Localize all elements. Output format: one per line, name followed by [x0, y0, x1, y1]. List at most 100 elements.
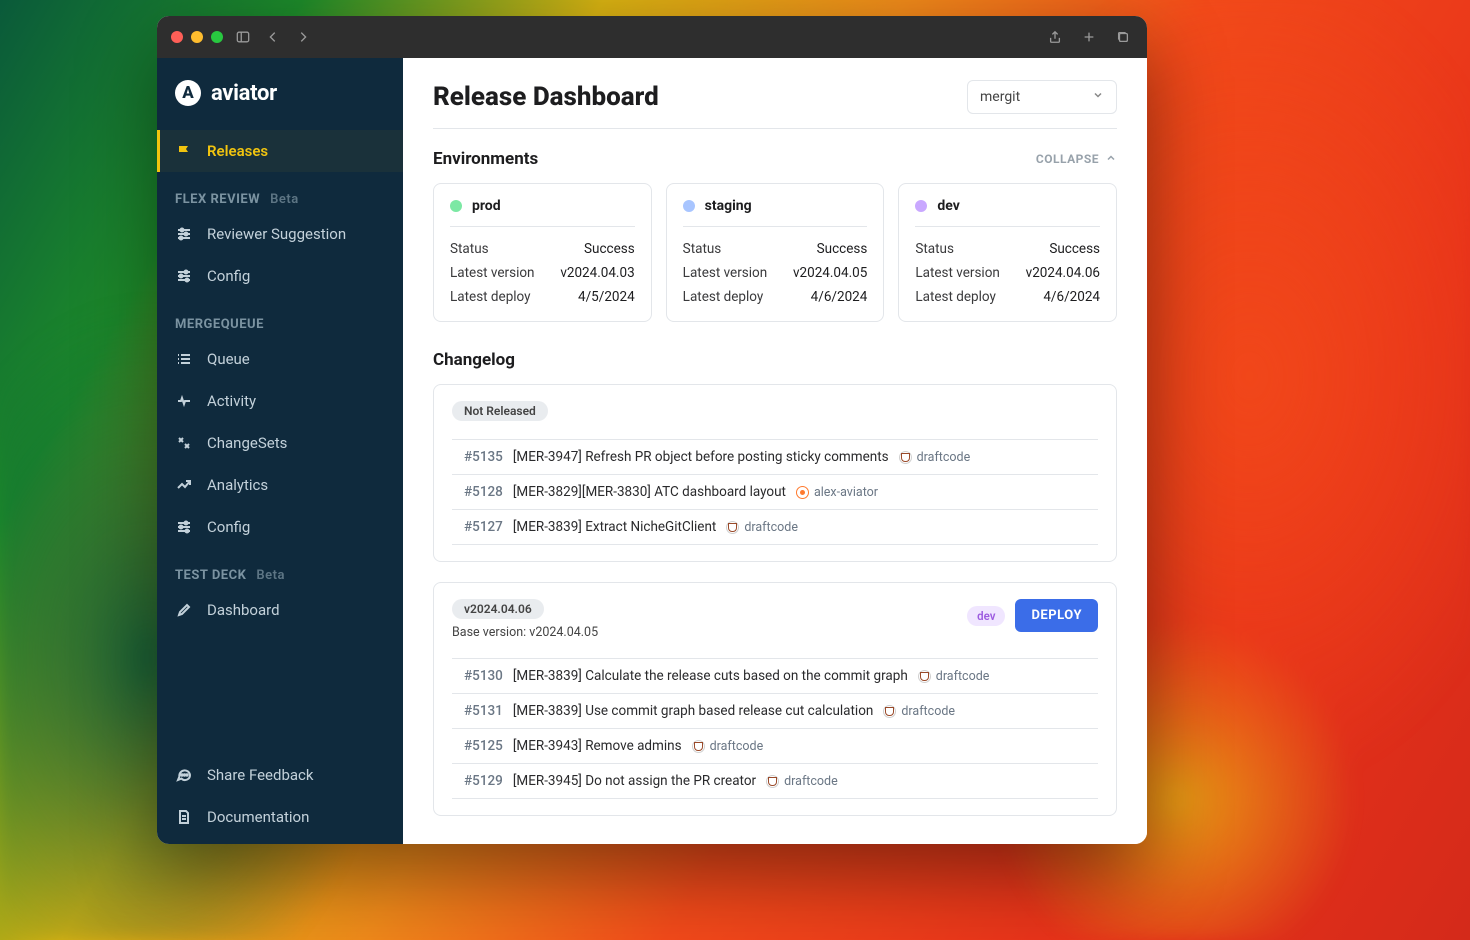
pr-author: draftcode: [918, 669, 990, 684]
chevron-up-icon: [1105, 152, 1117, 167]
plus-icon[interactable]: [1079, 27, 1099, 47]
sidebar-item-changesets[interactable]: ChangeSets: [157, 422, 403, 464]
pr-title: [MER-3839] Calculate the release cuts ba…: [513, 668, 908, 684]
minimize-window-button[interactable]: [191, 31, 203, 43]
macos-titlebar: [157, 16, 1147, 58]
author-name: draftcode: [901, 704, 955, 719]
version-badge: Not Released: [452, 401, 548, 421]
env-name: dev: [937, 198, 959, 214]
env-version-row: Latest versionv2024.04.06: [915, 261, 1100, 285]
avatar-icon: [883, 705, 896, 718]
sidebar-item-config-mq[interactable]: Config: [157, 506, 403, 548]
pr-author: draftcode: [899, 450, 971, 465]
avatar-icon: [796, 486, 809, 499]
env-card-staging[interactable]: staging StatusSuccess Latest versionv202…: [666, 183, 885, 322]
author-name: draftcode: [744, 520, 798, 535]
avatar-icon: [766, 775, 779, 788]
pr-id: #5125: [464, 738, 503, 754]
sidebar-item-share-feedback[interactable]: Share Feedback: [157, 754, 403, 796]
env-card-header: prod: [450, 198, 635, 227]
nav-back-icon[interactable]: [263, 27, 283, 47]
env-status-dot: [915, 200, 927, 212]
sidebar-item-activity[interactable]: Activity: [157, 380, 403, 422]
changelog-card-header: v2024.04.06 Base version: v2024.04.05 de…: [452, 599, 1098, 640]
sidebar-section-testdeck: TEST DECK Beta: [157, 548, 403, 589]
brand[interactable]: A aviator: [157, 58, 403, 130]
sidebar-toggle-icon[interactable]: [233, 27, 253, 47]
document-icon: [175, 808, 193, 826]
environments-grid: prod StatusSuccess Latest versionv2024.0…: [433, 183, 1117, 322]
env-version-row: Latest versionv2024.04.05: [683, 261, 868, 285]
sidebar-item-label: Analytics: [207, 476, 268, 494]
pr-author: alex-aviator: [796, 485, 878, 500]
pr-title: [MER-3839] Use commit graph based releas…: [513, 703, 874, 719]
changeset-icon: [175, 434, 193, 452]
sidebar-item-label: Share Feedback: [207, 766, 314, 784]
sidebar-item-analytics[interactable]: Analytics: [157, 464, 403, 506]
pr-id: #5135: [464, 449, 503, 465]
env-status-dot: [683, 200, 695, 212]
sidebar-item-reviewer-suggestion[interactable]: Reviewer Suggestion: [157, 213, 403, 255]
changelog-card: v2024.04.06 Base version: v2024.04.05 de…: [433, 582, 1117, 816]
pr-author: draftcode: [726, 520, 798, 535]
env-deploy-row: Latest deploy4/6/2024: [915, 285, 1100, 309]
close-window-button[interactable]: [171, 31, 183, 43]
pr-row[interactable]: #5128 [MER-3829][MER-3830] ATC dashboard…: [452, 474, 1098, 509]
queue-icon: [175, 350, 193, 368]
pr-author: draftcode: [692, 739, 764, 754]
page-title: Release Dashboard: [433, 82, 659, 112]
pr-author: draftcode: [766, 774, 838, 789]
env-name: prod: [472, 198, 501, 214]
env-card-prod[interactable]: prod StatusSuccess Latest versionv2024.0…: [433, 183, 652, 322]
beta-tag: Beta: [256, 568, 285, 583]
app-window: A aviator Releases FLEX REVIEW Beta Revi…: [157, 16, 1147, 844]
env-card-header: staging: [683, 198, 868, 227]
env-deploy-row: Latest deploy4/6/2024: [683, 285, 868, 309]
sidebar-item-documentation[interactable]: Documentation: [157, 796, 403, 838]
pr-id: #5129: [464, 773, 503, 789]
sliders-icon: [175, 518, 193, 536]
traffic-lights: [171, 31, 223, 43]
env-version-row: Latest versionv2024.04.03: [450, 261, 635, 285]
share-icon[interactable]: [1045, 27, 1065, 47]
pr-row[interactable]: #5131 [MER-3839] Use commit graph based …: [452, 693, 1098, 728]
sidebar-item-config-flex[interactable]: Config: [157, 255, 403, 297]
env-card-header: dev: [915, 198, 1100, 227]
flag-icon: [175, 142, 193, 160]
repo-selector[interactable]: mergit: [967, 80, 1117, 114]
pr-title: [MER-3829][MER-3830] ATC dashboard layou…: [513, 484, 786, 500]
deploy-button[interactable]: DEPLOY: [1015, 599, 1098, 632]
brand-logo-icon: A: [175, 80, 201, 106]
pr-row[interactable]: #5127 [MER-3839] Extract NicheGitClient …: [452, 509, 1098, 545]
pr-row[interactable]: #5129 [MER-3945] Do not assign the PR cr…: [452, 763, 1098, 799]
sidebar-item-releases[interactable]: Releases: [157, 130, 403, 172]
tabs-icon[interactable]: [1113, 27, 1133, 47]
pr-title: [MER-3839] Extract NicheGitClient: [513, 519, 717, 535]
sidebar-item-queue[interactable]: Queue: [157, 338, 403, 380]
repo-selector-value: mergit: [980, 89, 1020, 105]
sidebar-item-dashboard[interactable]: Dashboard: [157, 589, 403, 631]
avatar-icon: [899, 451, 912, 464]
maximize-window-button[interactable]: [211, 31, 223, 43]
version-badge: v2024.04.06: [452, 599, 544, 619]
pr-id: #5131: [464, 703, 503, 719]
nav-forward-icon[interactable]: [293, 27, 313, 47]
pr-row[interactable]: #5135 [MER-3947] Refresh PR object befor…: [452, 439, 1098, 474]
env-status-dot: [450, 200, 462, 212]
brand-name: aviator: [211, 81, 277, 106]
sidebar-item-label: Releases: [207, 142, 268, 160]
heartbeat-icon: [175, 392, 193, 410]
main-content: Release Dashboard mergit Environments CO…: [403, 58, 1147, 844]
chevron-down-icon: [1092, 89, 1104, 105]
sidebar-item-label: ChangeSets: [207, 434, 287, 452]
pr-title: [MER-3947] Refresh PR object before post…: [513, 449, 889, 465]
sidebar-item-label: Dashboard: [207, 601, 280, 619]
pr-list: #5130 [MER-3839] Calculate the release c…: [452, 658, 1098, 799]
pr-list: #5135 [MER-3947] Refresh PR object befor…: [452, 439, 1098, 545]
env-card-dev[interactable]: dev StatusSuccess Latest versionv2024.04…: [898, 183, 1117, 322]
pr-id: #5128: [464, 484, 503, 500]
collapse-button[interactable]: COLLAPSE: [1036, 152, 1117, 167]
pr-row[interactable]: #5130 [MER-3839] Calculate the release c…: [452, 658, 1098, 693]
pr-row[interactable]: #5125 [MER-3943] Remove admins draftcode: [452, 728, 1098, 763]
sidebar-item-label: Documentation: [207, 808, 309, 826]
